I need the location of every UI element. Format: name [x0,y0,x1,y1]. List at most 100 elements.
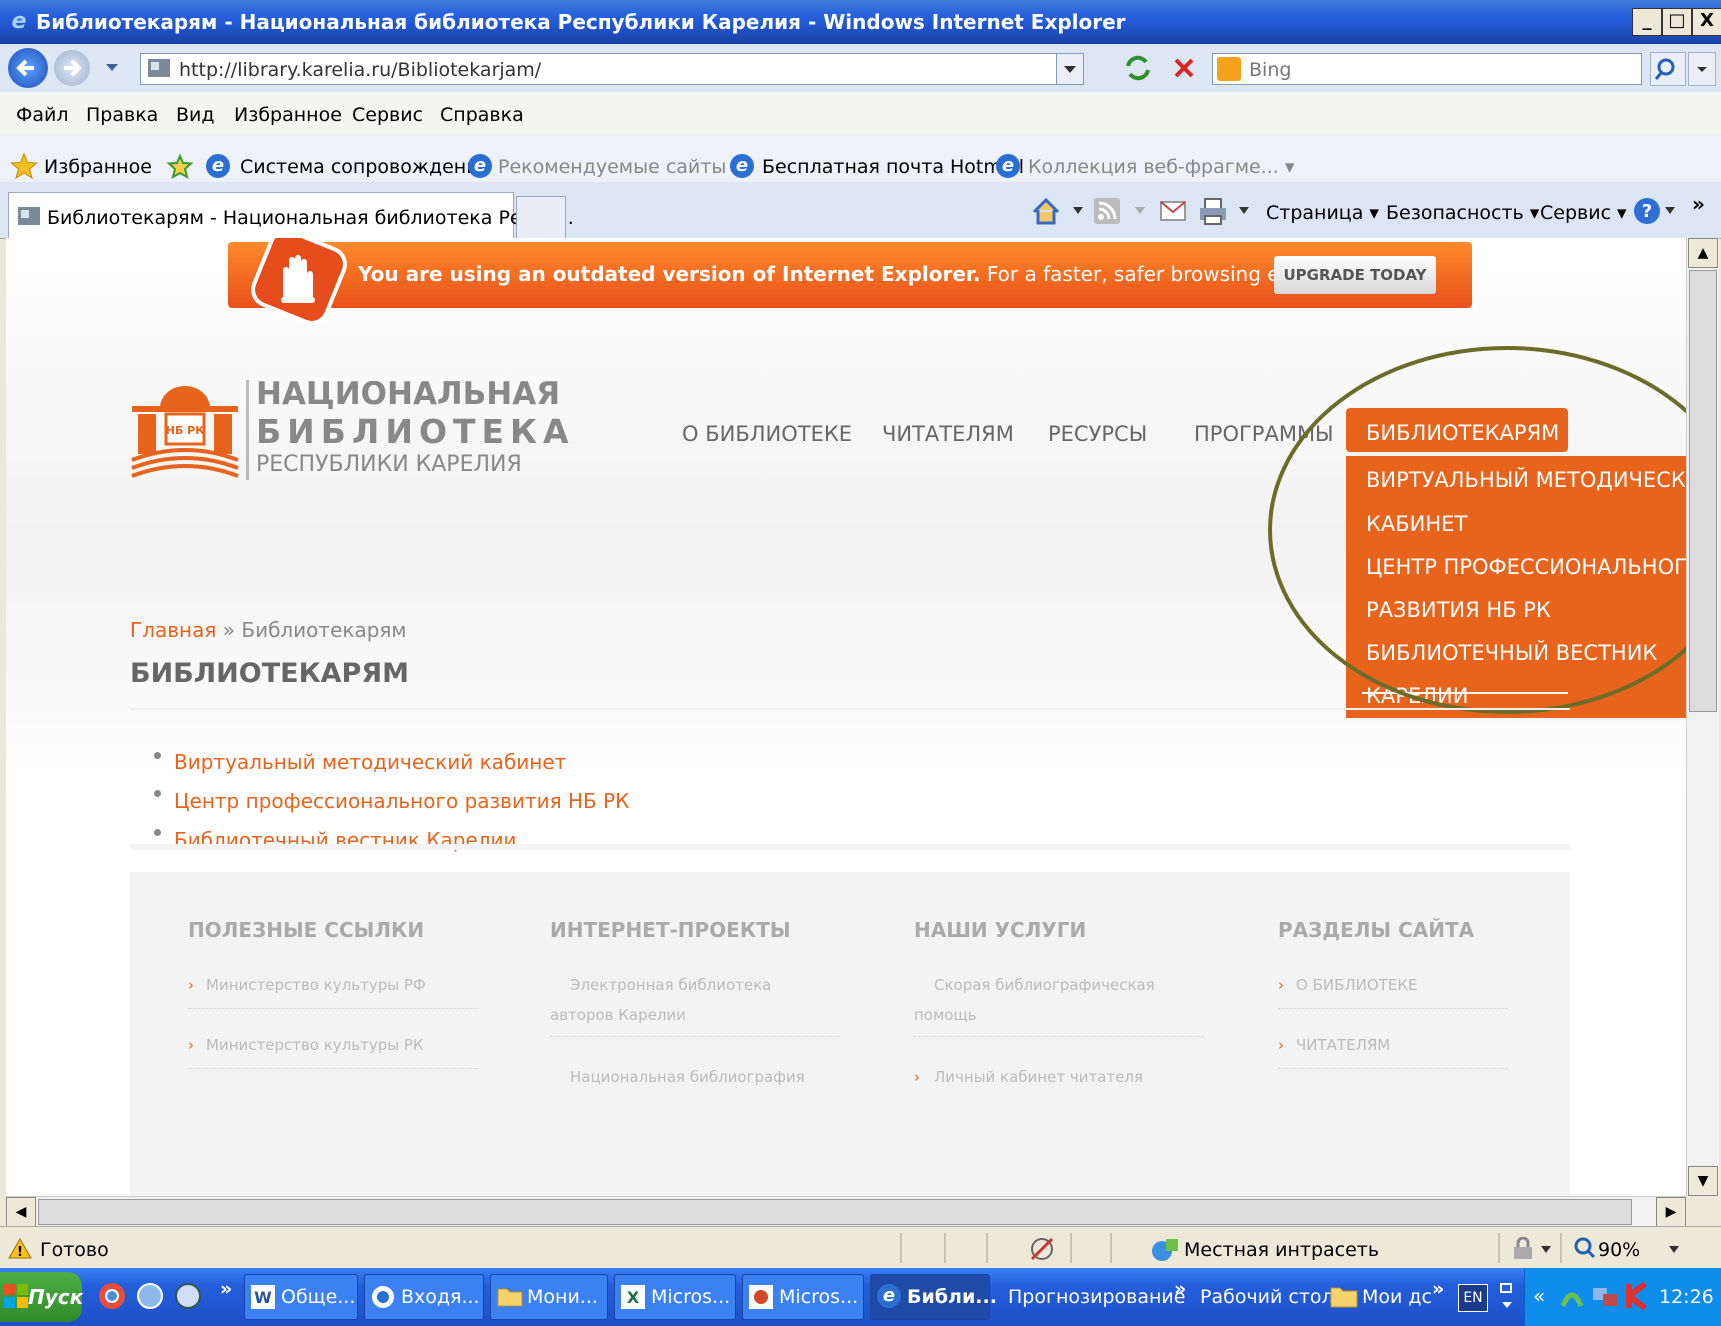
search-button[interactable] [1650,52,1686,86]
chevron-down-icon[interactable] [1072,206,1084,216]
taskbar-toolbar-desktop[interactable]: Рабочий стол [1200,1286,1334,1308]
quick-launch-overflow[interactable]: » [220,1278,232,1300]
breadcrumb-home-link[interactable]: Главная [130,618,216,642]
link-professional-center[interactable]: Центр профессионального развития НБ РК [174,789,629,813]
svg-text:X: X [627,1288,640,1307]
zoom-icon[interactable] [1572,1235,1596,1261]
upgrade-today-button[interactable]: UPGRADE TODAY [1274,256,1436,294]
menu-tools[interactable]: Сервис [352,104,423,126]
scroll-left-button[interactable]: ◀ [6,1197,36,1227]
vertical-scrollbar[interactable]: ▲ ▼ [1686,238,1719,1196]
taskbar-toolbar-overflow[interactable]: » [1174,1278,1186,1300]
back-button[interactable] [8,48,48,88]
search-field[interactable]: Bing [1212,53,1642,85]
taskbar-item-label: Мони... [527,1286,598,1308]
footer-link[interactable]: Электронная библиотека [570,976,771,994]
search-options-button[interactable] [1688,52,1716,86]
menu-view[interactable]: Вид [176,104,215,126]
nav-resources[interactable]: РЕСУРСЫ [1048,422,1147,446]
favorite-link-support[interactable]: Система сопровождения [240,156,490,178]
rss-feed-icon[interactable] [1094,198,1120,224]
taskbar-item-powerpoint[interactable]: Micros... [742,1274,864,1320]
home-icon[interactable] [1030,196,1062,226]
horizontal-scroll-thumb[interactable] [38,1199,1632,1225]
toolbar-overflow-icon[interactable]: » [1692,192,1705,216]
menu-help[interactable]: Справка [440,104,524,126]
protected-mode-icon[interactable] [1510,1237,1536,1261]
taskbar-item-folder[interactable]: Мони... [490,1274,608,1320]
tab-active[interactable]: Библиотекарям - Национальная библиотека … [8,192,574,239]
chrome-icon[interactable] [98,1282,126,1310]
tray-network-icon[interactable] [1591,1282,1619,1310]
footer-link[interactable]: Скорая библиографическая [934,976,1155,994]
close-button[interactable]: X [1692,8,1721,36]
stop-button[interactable] [1168,52,1200,84]
maximize-button[interactable]: □ [1662,8,1692,36]
address-dropdown-button[interactable] [1056,54,1083,84]
nav-about[interactable]: О БИБЛИОТЕКЕ [682,422,852,446]
command-tools[interactable]: Сервис ▾ [1540,202,1627,224]
scroll-up-button[interactable]: ▲ [1688,238,1718,268]
mail-icon[interactable] [1160,200,1186,222]
taskbar-toolbar-overflow[interactable]: » [1432,1278,1444,1300]
footer-link[interactable]: О БИБЛИОТЕКЕ [1296,976,1417,994]
taskbar-restore-icon[interactable] [1498,1282,1516,1312]
favorite-link-webslices[interactable]: Коллекция веб-фрагме... ▾ [1028,156,1294,178]
footer-link-continued[interactable]: помощь [914,1006,976,1024]
footer-link[interactable]: Министерство культуры РФ [206,976,426,994]
favorite-link-suggested[interactable]: Рекомендуемые сайты ▾ [498,156,742,178]
nav-readers[interactable]: ЧИТАТЕЛЯМ [882,422,1014,446]
print-icon[interactable] [1198,196,1228,226]
zoom-level[interactable]: 90% [1598,1239,1640,1261]
favorite-link-hotmail[interactable]: Бесплатная почта Hotmail [762,156,1024,178]
taskbar-item-excel[interactable]: X Micros... [614,1274,736,1320]
footer-heading-site-sections: РАЗДЕЛЫ САЙТА [1278,918,1475,942]
forward-button[interactable] [54,50,90,86]
footer-heading-services: НАШИ УСЛУГИ [914,918,1087,942]
refresh-button[interactable] [1122,52,1154,84]
add-favorite-icon[interactable] [166,152,194,180]
language-indicator[interactable]: EN [1458,1284,1488,1312]
taskbar-item-ie[interactable]: e Библи... [870,1274,997,1320]
favorites-button[interactable]: Избранное [44,156,152,178]
address-field[interactable]: http://library.karelia.ru/Bibliotekarjam… [140,53,1084,85]
vertical-scroll-thumb[interactable] [1689,270,1717,712]
help-icon[interactable]: ? [1632,196,1662,226]
menu-edit[interactable]: Правка [86,104,158,126]
recent-pages-chevron-icon[interactable] [104,62,120,74]
start-button[interactable]: Пуск [0,1272,83,1322]
scroll-down-button[interactable]: ▼ [1688,1166,1718,1196]
menu-file[interactable]: Файл [16,104,69,126]
window-title-bar[interactable]: e Библиотекарям - Национальная библиотек… [0,0,1721,44]
privacy-eye-icon[interactable] [1028,1235,1056,1263]
taskbar-toolbar-documents[interactable]: Мои дс [1362,1286,1432,1308]
tray-expand-chevron-icon[interactable]: « [1533,1284,1545,1308]
minimize-button[interactable]: _ [1632,8,1662,36]
ie-page-icon: e [996,154,1020,178]
footer-link[interactable]: Национальная библиография [570,1068,805,1086]
taskbar-toolbar-forecast[interactable]: Прогнозирование [1008,1286,1185,1308]
horizontal-scrollbar[interactable]: ◀ ▶ [6,1196,1686,1227]
quick-launch-icon[interactable] [136,1282,164,1310]
footer-link-continued[interactable]: авторов Карелии [550,1006,686,1024]
chevron-down-icon[interactable] [1664,206,1676,216]
chevron-down-icon[interactable] [1668,1245,1680,1255]
library-logo-mark[interactable]: НБ РК [130,378,240,478]
footer-link[interactable]: ЧИТАТЕЛЯМ [1296,1036,1390,1054]
quick-launch-icon[interactable] [174,1282,202,1310]
chevron-down-icon[interactable] [1134,206,1146,216]
command-page[interactable]: Страница ▾ [1266,202,1379,224]
taskbar-item-word[interactable]: W Обще... [244,1274,358,1320]
scroll-right-button[interactable]: ▶ [1656,1197,1686,1227]
link-virtual-cabinet[interactable]: Виртуальный методический кабинет [174,750,566,774]
chevron-down-icon[interactable] [1238,206,1250,216]
taskbar-item-outlook[interactable]: Входя... [364,1274,484,1320]
menu-favorites[interactable]: Избранное [234,104,342,126]
footer-link[interactable]: Министерство культуры РК [206,1036,424,1054]
tray-app-icon[interactable] [1559,1282,1585,1310]
kaspersky-icon[interactable] [1625,1282,1651,1310]
footer-link[interactable]: Личный кабинет читателя [934,1068,1143,1086]
chevron-down-icon[interactable] [1540,1245,1552,1255]
command-safety[interactable]: Безопасность ▾ [1386,202,1539,224]
new-tab-button[interactable] [516,196,566,239]
